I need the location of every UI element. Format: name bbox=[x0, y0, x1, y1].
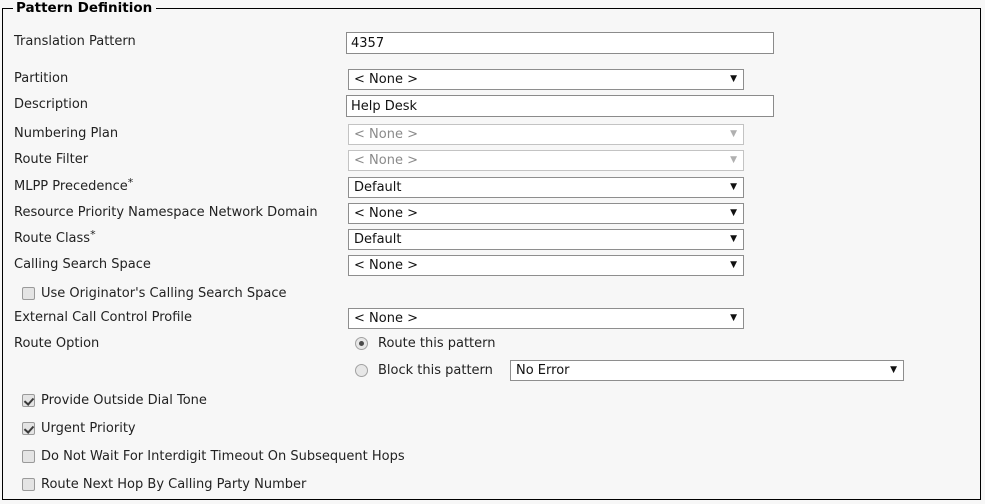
field-row-route-option: Route Option Route this pattern Block th… bbox=[3, 334, 980, 386]
option-row-provide-outside-dial-tone: Provide Outside Dial Tone bbox=[3, 391, 980, 415]
route-filter-select-value: < None > bbox=[354, 153, 418, 168]
label-route-option: Route Option bbox=[14, 336, 100, 351]
numbering-plan-select: < None > ▼ bbox=[348, 124, 744, 145]
translation-pattern-input[interactable] bbox=[346, 32, 774, 54]
option-row-urgent-priority: Urgent Priority bbox=[3, 419, 980, 443]
label-external-call-control-profile: External Call Control Profile bbox=[14, 310, 193, 325]
field-row-translation-pattern: Translation Pattern bbox=[3, 32, 980, 58]
chevron-down-icon: ▼ bbox=[730, 74, 737, 84]
partition-select[interactable]: < None > ▼ bbox=[348, 69, 744, 90]
external-call-control-profile-select-value: < None > bbox=[354, 311, 418, 326]
resource-priority-namespace-select[interactable]: < None > ▼ bbox=[348, 203, 744, 224]
block-reason-select[interactable]: No Error ▼ bbox=[510, 360, 904, 381]
block-reason-select-value: No Error bbox=[516, 363, 570, 378]
chevron-down-icon: ▼ bbox=[890, 365, 897, 375]
field-row-description: Description bbox=[3, 95, 980, 121]
label-mlpp-precedence-text: MLPP Precedence bbox=[14, 179, 128, 194]
field-row-route-class: Route Class* Default ▼ bbox=[3, 229, 980, 255]
option-row-do-not-wait-interdigit-timeout: Do Not Wait For Interdigit Timeout On Su… bbox=[3, 447, 980, 471]
block-this-pattern-label: Block this pattern bbox=[378, 363, 493, 378]
label-description: Description bbox=[14, 97, 89, 112]
use-originator-css-label: Use Originator's Calling Search Space bbox=[41, 286, 287, 301]
do-not-wait-interdigit-timeout-label: Do Not Wait For Interdigit Timeout On Su… bbox=[41, 449, 405, 464]
route-class-select[interactable]: Default ▼ bbox=[348, 229, 744, 250]
route-this-pattern-radio[interactable] bbox=[355, 337, 368, 350]
description-input[interactable] bbox=[346, 95, 774, 117]
calling-search-space-select-value: < None > bbox=[354, 258, 418, 273]
calling-search-space-select[interactable]: < None > ▼ bbox=[348, 255, 744, 276]
field-row-route-filter: Route Filter < None > ▼ bbox=[3, 150, 980, 176]
chevron-down-icon: ▼ bbox=[730, 234, 737, 244]
provide-outside-dial-tone-checkbox[interactable] bbox=[22, 394, 35, 407]
label-route-class: Route Class* bbox=[14, 229, 96, 249]
label-numbering-plan: Numbering Plan bbox=[14, 126, 119, 141]
pattern-definition-form: Translation Pattern Partition < None > ▼… bbox=[3, 9, 980, 499]
field-row-numbering-plan: Numbering Plan < None > ▼ bbox=[3, 124, 980, 150]
label-route-filter: Route Filter bbox=[14, 152, 89, 167]
field-row-calling-search-space: Calling Search Space < None > ▼ bbox=[3, 255, 980, 281]
mlpp-precedence-select[interactable]: Default ▼ bbox=[348, 177, 744, 198]
external-call-control-profile-select[interactable]: < None > ▼ bbox=[348, 308, 744, 329]
resource-priority-namespace-select-value: < None > bbox=[354, 206, 418, 221]
field-row-partition: Partition < None > ▼ bbox=[3, 69, 980, 95]
route-filter-select: < None > ▼ bbox=[348, 150, 744, 171]
label-route-class-text: Route Class bbox=[14, 231, 91, 246]
label-mlpp-precedence: MLPP Precedence* bbox=[14, 177, 133, 197]
urgent-priority-label: Urgent Priority bbox=[41, 421, 136, 436]
chevron-down-icon: ▼ bbox=[730, 182, 737, 192]
chevron-down-icon: ▼ bbox=[730, 155, 737, 165]
route-next-hop-checkbox[interactable] bbox=[22, 478, 35, 491]
numbering-plan-select-value: < None > bbox=[354, 127, 418, 142]
label-translation-pattern: Translation Pattern bbox=[14, 34, 136, 49]
do-not-wait-interdigit-timeout-checkbox[interactable] bbox=[22, 450, 35, 463]
originator-css-checkbox-row: Use Originator's Calling Search Space bbox=[3, 284, 980, 308]
urgent-priority-checkbox[interactable] bbox=[22, 422, 35, 435]
required-asterisk: * bbox=[127, 175, 134, 189]
label-calling-search-space: Calling Search Space bbox=[14, 257, 151, 272]
pattern-definition-fieldset: Pattern Definition Translation Pattern P… bbox=[2, 0, 981, 500]
route-this-pattern-label: Route this pattern bbox=[378, 336, 496, 351]
chevron-down-icon: ▼ bbox=[730, 260, 737, 270]
label-partition: Partition bbox=[14, 71, 69, 86]
route-next-hop-label: Route Next Hop By Calling Party Number bbox=[41, 477, 307, 492]
chevron-down-icon: ▼ bbox=[730, 208, 737, 218]
option-row-route-next-hop: Route Next Hop By Calling Party Number bbox=[3, 475, 980, 499]
field-row-mlpp-precedence: MLPP Precedence* Default ▼ bbox=[3, 177, 980, 203]
partition-select-value: < None > bbox=[354, 72, 418, 87]
label-resource-priority-namespace: Resource Priority Namespace Network Doma… bbox=[14, 205, 318, 220]
chevron-down-icon: ▼ bbox=[730, 129, 737, 139]
field-row-resource-priority-namespace: Resource Priority Namespace Network Doma… bbox=[3, 203, 980, 229]
use-originator-css-checkbox[interactable] bbox=[22, 287, 35, 300]
chevron-down-icon: ▼ bbox=[730, 313, 737, 323]
field-row-external-call-control-profile: External Call Control Profile < None > ▼ bbox=[3, 308, 980, 334]
block-this-pattern-radio[interactable] bbox=[355, 364, 368, 377]
route-class-select-value: Default bbox=[354, 232, 402, 247]
provide-outside-dial-tone-label: Provide Outside Dial Tone bbox=[41, 393, 207, 408]
required-asterisk: * bbox=[90, 227, 96, 241]
mlpp-precedence-select-value: Default bbox=[354, 180, 402, 195]
